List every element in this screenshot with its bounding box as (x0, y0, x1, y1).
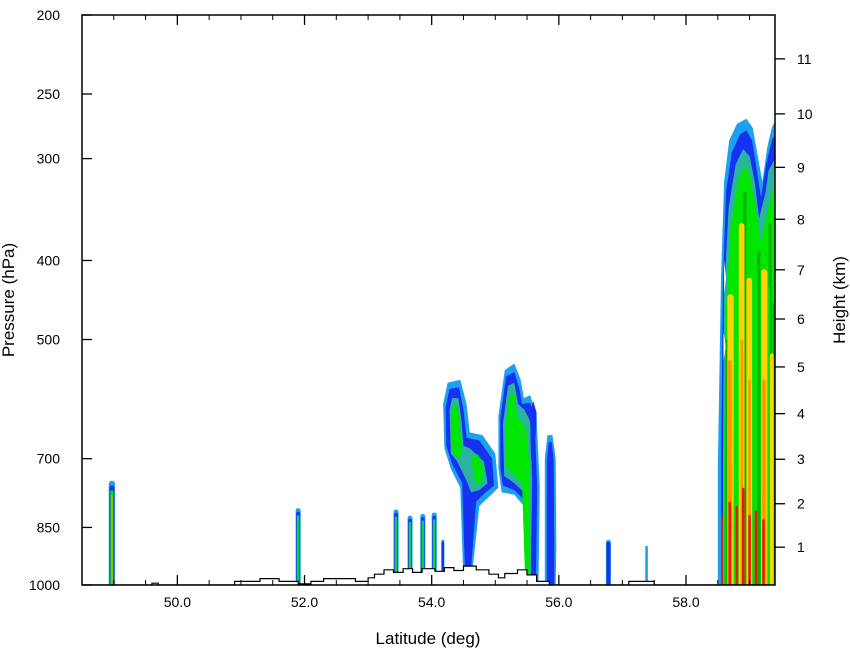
y-tick-label: 250 (37, 86, 61, 102)
y2-tick-label: 2 (797, 496, 805, 512)
system-red-core (762, 519, 765, 585)
convective-cell-level (606, 541, 611, 585)
y-tick-label: 850 (37, 519, 61, 535)
convective-cell-level (297, 518, 299, 585)
system-red-core (735, 505, 739, 585)
x-axis-title: Latitude (deg) (376, 629, 481, 648)
y2-tick-label: 11 (797, 51, 812, 67)
x-tick-label: 52.0 (291, 594, 318, 610)
y2-tick-label: 6 (797, 311, 805, 327)
terrain-layer (82, 565, 775, 585)
y2-tick-label: 5 (797, 359, 805, 375)
system-red-core (754, 510, 758, 585)
y2-tick-label: 9 (797, 159, 805, 175)
system-yellow-core (769, 353, 774, 585)
contour-fill-layer (108, 118, 775, 585)
x-tick-label: 56.0 (545, 594, 572, 610)
y2-tick-label: 8 (797, 211, 805, 227)
cross-section-chart: 50.0 52.0 54.0 56.0 58.0 1000 850 700 500 400 300… (0, 7, 849, 648)
y-tick-label: 1000 (29, 577, 60, 593)
x-tick-label: 50.0 (164, 594, 191, 610)
y2-tick-label: 3 (797, 451, 805, 467)
x-tick-label: 54.0 (418, 594, 445, 610)
y-tick-label: 500 (37, 332, 61, 348)
system-green-separator (768, 286, 770, 585)
x-axis: 50.0 52.0 54.0 56.0 58.0 (81, 15, 751, 610)
y-tick-label: 700 (37, 451, 61, 467)
system-red-core (741, 487, 745, 585)
y2-tick-label: 7 (797, 262, 805, 278)
y-axis-title: Pressure (hPa) (0, 243, 18, 357)
y-tick-label: 300 (37, 151, 61, 167)
y2-axis: 1 2 3 4 5 6 7 8 9 10 11 (775, 51, 813, 555)
system-red-core (720, 514, 723, 585)
plot-frame (81, 14, 776, 586)
system-red-core (728, 501, 732, 585)
y-tick-label: 200 (37, 7, 61, 23)
cell-c-blue (546, 442, 555, 585)
y2-axis-title: Height (km) (830, 256, 849, 344)
convective-cell-level (645, 545, 648, 585)
y-tick-label: 400 (37, 252, 61, 268)
system-red-core (748, 514, 751, 585)
system-dark-green-column (757, 251, 761, 585)
y2-tick-label: 4 (797, 406, 805, 422)
x-tick-label: 58.0 (672, 594, 699, 610)
convective-cell-level (111, 494, 113, 585)
y2-tick-label: 10 (797, 106, 813, 122)
y2-tick-label: 1 (797, 539, 805, 555)
